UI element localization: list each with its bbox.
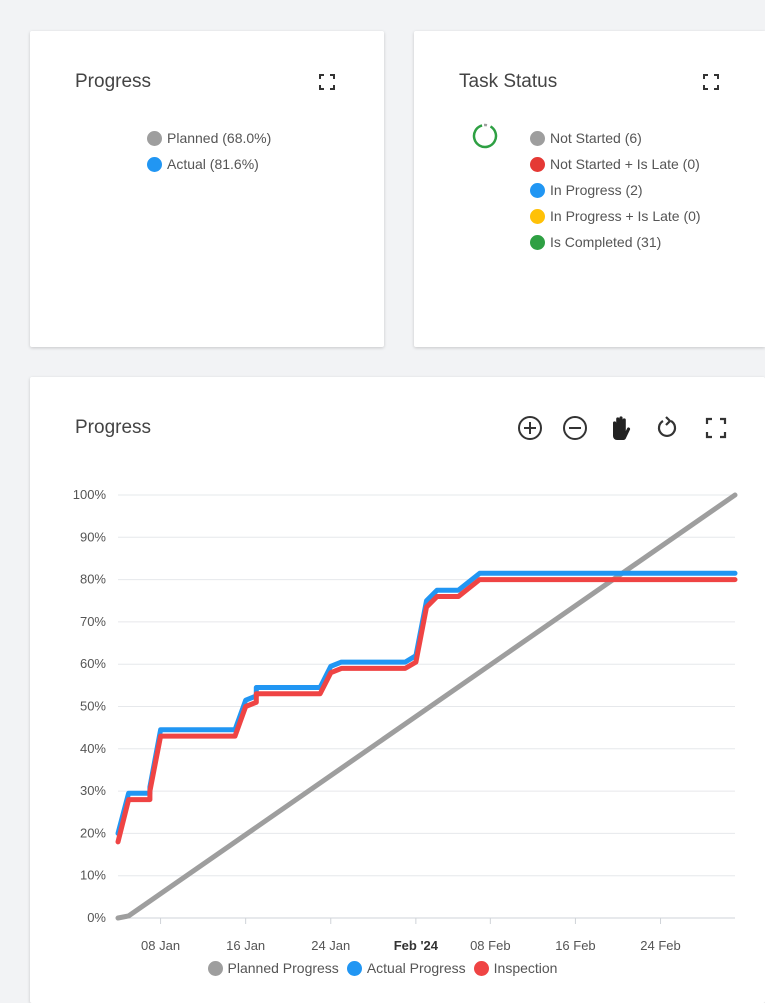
legend-item-planned-progress[interactable]: Planned Progress (207, 960, 339, 976)
task-status-card: Task Status Not Started (6) Not Started … (414, 31, 765, 347)
fullscreen-icon[interactable] (702, 414, 730, 442)
legend-label: In Progress (2) (550, 182, 643, 198)
legend-label: In Progress + Is Late (0) (550, 208, 701, 224)
legend-label: Not Started + Is Late (0) (550, 156, 700, 172)
zoom-out-icon[interactable] (561, 414, 589, 442)
chart-legend: Planned Progress Actual Progress Inspectio… (0, 960, 765, 976)
legend-dot (530, 234, 545, 250)
legend-label: Is Completed (31) (550, 234, 662, 250)
legend-label: Inspection (493, 960, 558, 976)
legend-item-completed[interactable]: Is Completed (31) (530, 229, 701, 255)
legend-label: Planned (68.0%) (167, 130, 272, 146)
legend-dot (207, 960, 223, 976)
legend-dot (147, 156, 162, 172)
progress-summary-legend: Planned (68.0%) Actual (81.6%) (147, 125, 271, 177)
legend-item-inspection[interactable]: Inspection (473, 960, 558, 976)
legend-label: Planned Progress (227, 960, 339, 976)
legend-dot (473, 960, 489, 976)
legend-item-in-progress[interactable]: In Progress (2) (530, 177, 701, 203)
legend-item-not-started-late[interactable]: Not Started + Is Late (0) (530, 151, 701, 177)
legend-dot (346, 960, 362, 976)
progress-chart-title: Progress (75, 417, 152, 438)
legend-label: Not Started (6) (550, 130, 642, 146)
legend-item-not-started[interactable]: Not Started (6) (530, 125, 701, 151)
legend-dot (530, 208, 545, 224)
legend-item-planned[interactable]: Planned (68.0%) (147, 125, 271, 151)
legend-dot (147, 130, 162, 146)
legend-dot (530, 182, 545, 198)
zoom-in-icon[interactable] (516, 414, 544, 442)
legend-dot (530, 130, 545, 146)
progress-chart-card: Progress (30, 377, 765, 1003)
donut-chart-icon (472, 123, 498, 149)
fullscreen-icon[interactable] (702, 73, 720, 91)
reset-icon[interactable] (653, 414, 681, 442)
legend-item-actual[interactable]: Actual (81.6%) (147, 151, 271, 177)
legend-item-actual-progress[interactable]: Actual Progress (346, 960, 466, 976)
task-status-legend: Not Started (6) Not Started + Is Late (0… (530, 125, 701, 255)
progress-summary-title: Progress (75, 71, 152, 92)
legend-item-in-progress-late[interactable]: In Progress + Is Late (0) (530, 203, 701, 229)
legend-label: Actual Progress (366, 960, 466, 976)
task-status-title: Task Status (459, 71, 558, 92)
pan-hand-icon[interactable] (606, 414, 634, 442)
progress-summary-card: Progress Planned (68.0%) Actual (81.6%) (30, 31, 384, 347)
fullscreen-icon[interactable] (318, 73, 336, 91)
legend-label: Actual (81.6%) (167, 156, 259, 172)
legend-dot (530, 156, 545, 172)
